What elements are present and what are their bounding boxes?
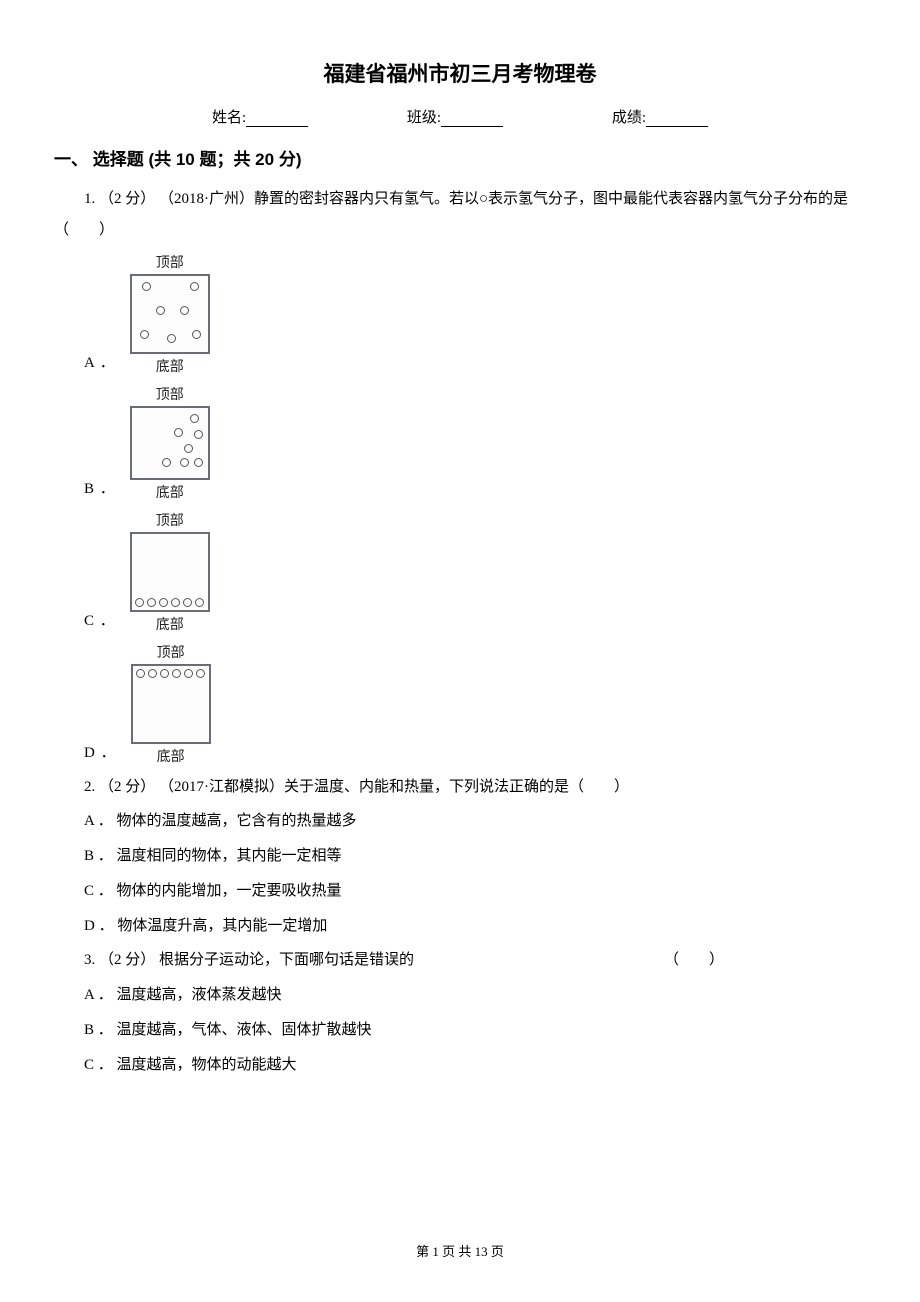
q1-container-d	[131, 664, 211, 744]
q1-figure-a-top: 顶部	[156, 252, 184, 272]
q2-option-d: D ． 物体温度升高，其内能一定增加	[54, 911, 866, 942]
q1-option-d-label: D ．	[84, 741, 117, 768]
q3-option-a: A ． 温度越高，液体蒸发越快	[54, 980, 866, 1011]
q1-figure-b: 顶部 底部	[130, 382, 210, 504]
q1-stem: 1. （2 分） （2018·广州）静置的密封容器内只有氢气。若以○表示氢气分子…	[54, 184, 866, 246]
q2-option-c: C ． 物体的内能增加，一定要吸收热量	[54, 876, 866, 907]
q1-figure-a: 顶部 底部	[130, 250, 210, 378]
name-blank[interactable]	[246, 111, 308, 127]
q2-option-b: B ． 温度相同的物体，其内能一定相等	[54, 841, 866, 872]
q1-option-d: D ． 顶部 底部	[54, 640, 866, 768]
score-label: 成绩:	[612, 110, 646, 126]
q2-option-a: A ． 物体的温度越高，它含有的热量越多	[54, 806, 866, 837]
q3-option-c: C ． 温度越高，物体的动能越大	[54, 1050, 866, 1081]
q1-option-b: B ． 顶部 底部	[54, 382, 866, 504]
q1-figure-c-top: 顶部	[156, 510, 184, 530]
q1-container-a	[130, 274, 210, 354]
q2-stem: 2. （2 分） （2017·江都模拟）关于温度、内能和热量，下列说法正确的是（…	[54, 772, 866, 803]
q1-figure-a-bottom: 底部	[156, 356, 184, 376]
q1-figure-d-bottom: 底部	[157, 746, 185, 766]
q1-figure-c-bottom: 底部	[156, 614, 184, 634]
q1-container-b	[130, 406, 210, 480]
section-1-header: 一、 选择题 (共 10 题；共 20 分)	[54, 145, 866, 170]
name-label: 姓名:	[212, 110, 246, 126]
q3-stem: 3. （2 分） 根据分子运动论，下面哪句话是错误的 （ ）	[54, 945, 866, 976]
q1-option-c-label: C ．	[84, 609, 116, 636]
exam-title: 福建省福州市初三月考物理卷	[54, 58, 866, 88]
q1-figure-b-top: 顶部	[156, 384, 184, 404]
q3-stem-text: 3. （2 分） 根据分子运动论，下面哪句话是错误的	[84, 952, 414, 968]
q1-figure-d: 顶部 底部	[131, 640, 211, 768]
q1-figure-b-bottom: 底部	[156, 482, 184, 502]
q3-paren: （ ）	[664, 952, 724, 968]
q1-figure-d-top: 顶部	[157, 642, 185, 662]
class-blank[interactable]	[441, 111, 503, 127]
student-info-row: 姓名: 班级: 成绩:	[54, 106, 866, 127]
q1-figure-c: 顶部 底部	[130, 508, 210, 636]
class-label: 班级:	[407, 110, 441, 126]
q1-option-b-label: B ．	[84, 477, 116, 504]
q1-option-a-label: A ．	[84, 351, 116, 378]
q1-option-a: A ． 顶部 底部	[54, 250, 866, 378]
score-blank[interactable]	[646, 111, 708, 127]
q1-option-c: C ． 顶部 底部	[54, 508, 866, 636]
page-footer: 第 1 页 共 13 页	[0, 1241, 920, 1260]
q1-container-c	[130, 532, 210, 612]
q3-option-b: B ． 温度越高，气体、液体、固体扩散越快	[54, 1015, 866, 1046]
